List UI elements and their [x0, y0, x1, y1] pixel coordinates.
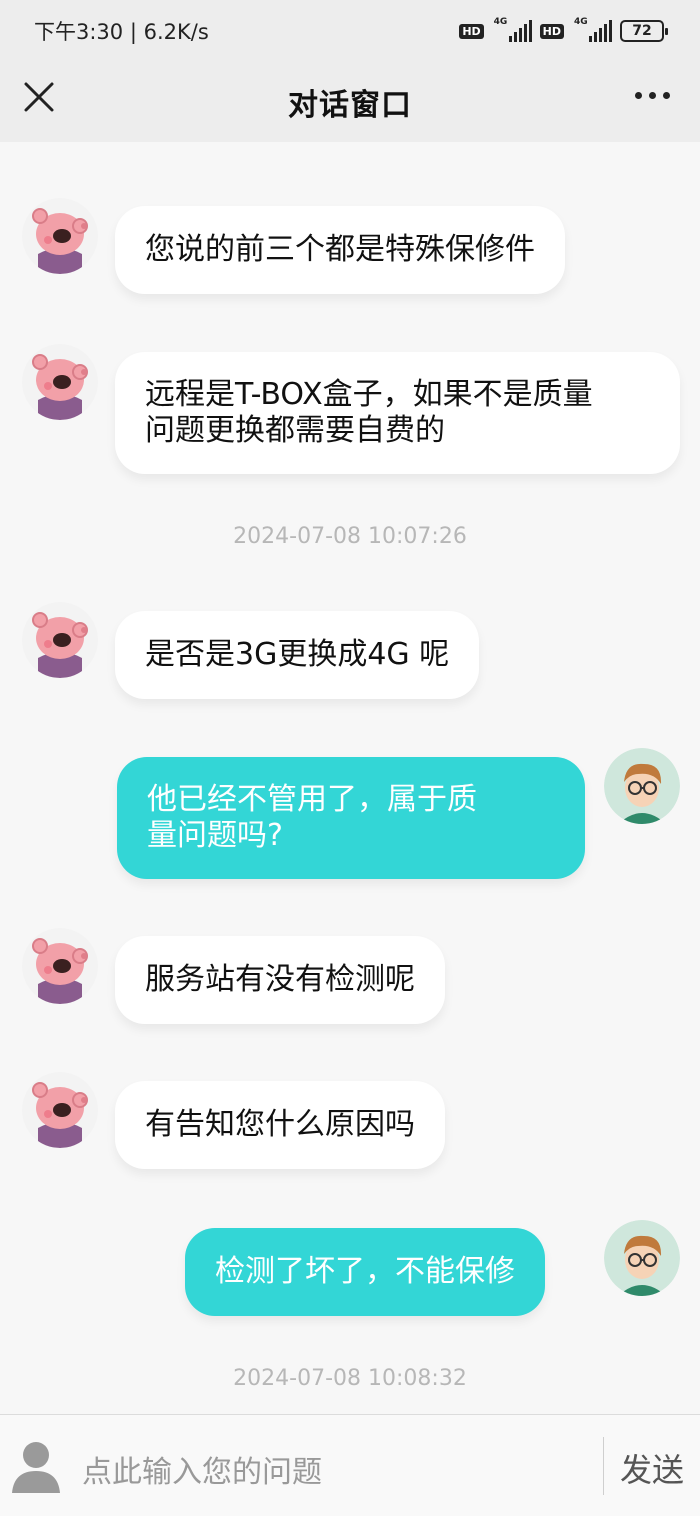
- timestamp: 2024-07-08 10:08:32: [233, 1366, 467, 1391]
- status-icons: HD 4G HD 4G 72: [459, 17, 668, 42]
- timestamp: 2024-07-08 10:07:26: [233, 524, 467, 549]
- message-bubble: 检测了坏了，不能保修: [185, 1228, 545, 1316]
- status-time-speed: 下午3:30 | 6.2K/s: [34, 20, 209, 44]
- agent-avatar: [22, 928, 98, 1004]
- signal-icon: 4G: [492, 17, 532, 42]
- message-bubble: 他已经不管用了，属于质 量问题吗?: [117, 757, 585, 879]
- user-avatar: [604, 748, 680, 824]
- hd-icon: HD: [459, 23, 484, 39]
- question-input[interactable]: 点此输入您的问题: [82, 1447, 322, 1491]
- message-bubble: 远程是T-BOX盒子，如果不是质量 问题更换都需要自费的: [115, 352, 680, 474]
- hd-icon-2: HD: [539, 23, 564, 39]
- message-bubble: 您说的前三个都是特殊保修件: [115, 206, 565, 294]
- divider: [603, 1437, 604, 1495]
- signal-icon-2: 4G: [572, 17, 612, 42]
- battery-icon: 72: [620, 20, 668, 42]
- input-bar: 点此输入您的问题 发送: [0, 1414, 700, 1516]
- status-bar: 下午3:30 | 6.2K/s HD 4G HD 4G 72: [0, 0, 700, 62]
- message-bubble: 服务站有没有检测呢: [115, 936, 445, 1024]
- agent-avatar: [22, 198, 98, 274]
- user-avatar: [604, 1220, 680, 1296]
- close-icon[interactable]: [22, 80, 56, 114]
- battery-level: 72: [632, 23, 652, 39]
- agent-avatar: [22, 602, 98, 678]
- message-bubble: 有告知您什么原因吗: [115, 1081, 445, 1169]
- page-title: 对话窗口: [288, 88, 412, 123]
- send-button[interactable]: 发送: [620, 1445, 684, 1491]
- agent-avatar: [22, 1072, 98, 1148]
- chat-header: 对话窗口: [0, 62, 700, 142]
- message-bubble: 是否是3G更换成4G 呢: [115, 611, 480, 699]
- more-options-icon[interactable]: [635, 92, 670, 99]
- agent-avatar: [22, 344, 98, 420]
- user-icon: [12, 1442, 60, 1493]
